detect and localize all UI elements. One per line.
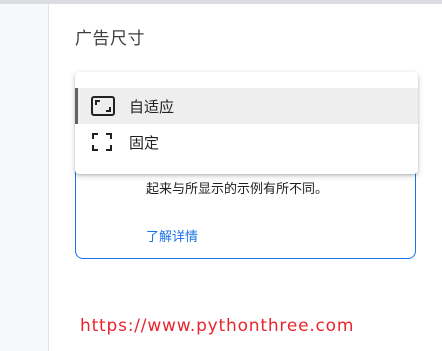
option-fixed[interactable]: 固定 [75,124,418,160]
responsive-icon [91,95,117,117]
top-divider [0,0,442,4]
section-title: 广告尺寸 [75,29,145,49]
option-responsive[interactable]: 自适应 [75,88,418,124]
option-fixed-label: 固定 [129,133,160,152]
learn-more-link[interactable]: 了解详情 [146,226,198,245]
watermark-url: https://www.pythonthree.com [80,316,355,336]
fixed-size-icon [91,131,117,153]
ad-size-dropdown: 自适应 固定 [75,72,418,174]
option-responsive-label: 自适应 [129,97,175,116]
left-sidebar [0,4,49,351]
info-text: 起来与所显示的示例有所不同。 [146,182,329,197]
